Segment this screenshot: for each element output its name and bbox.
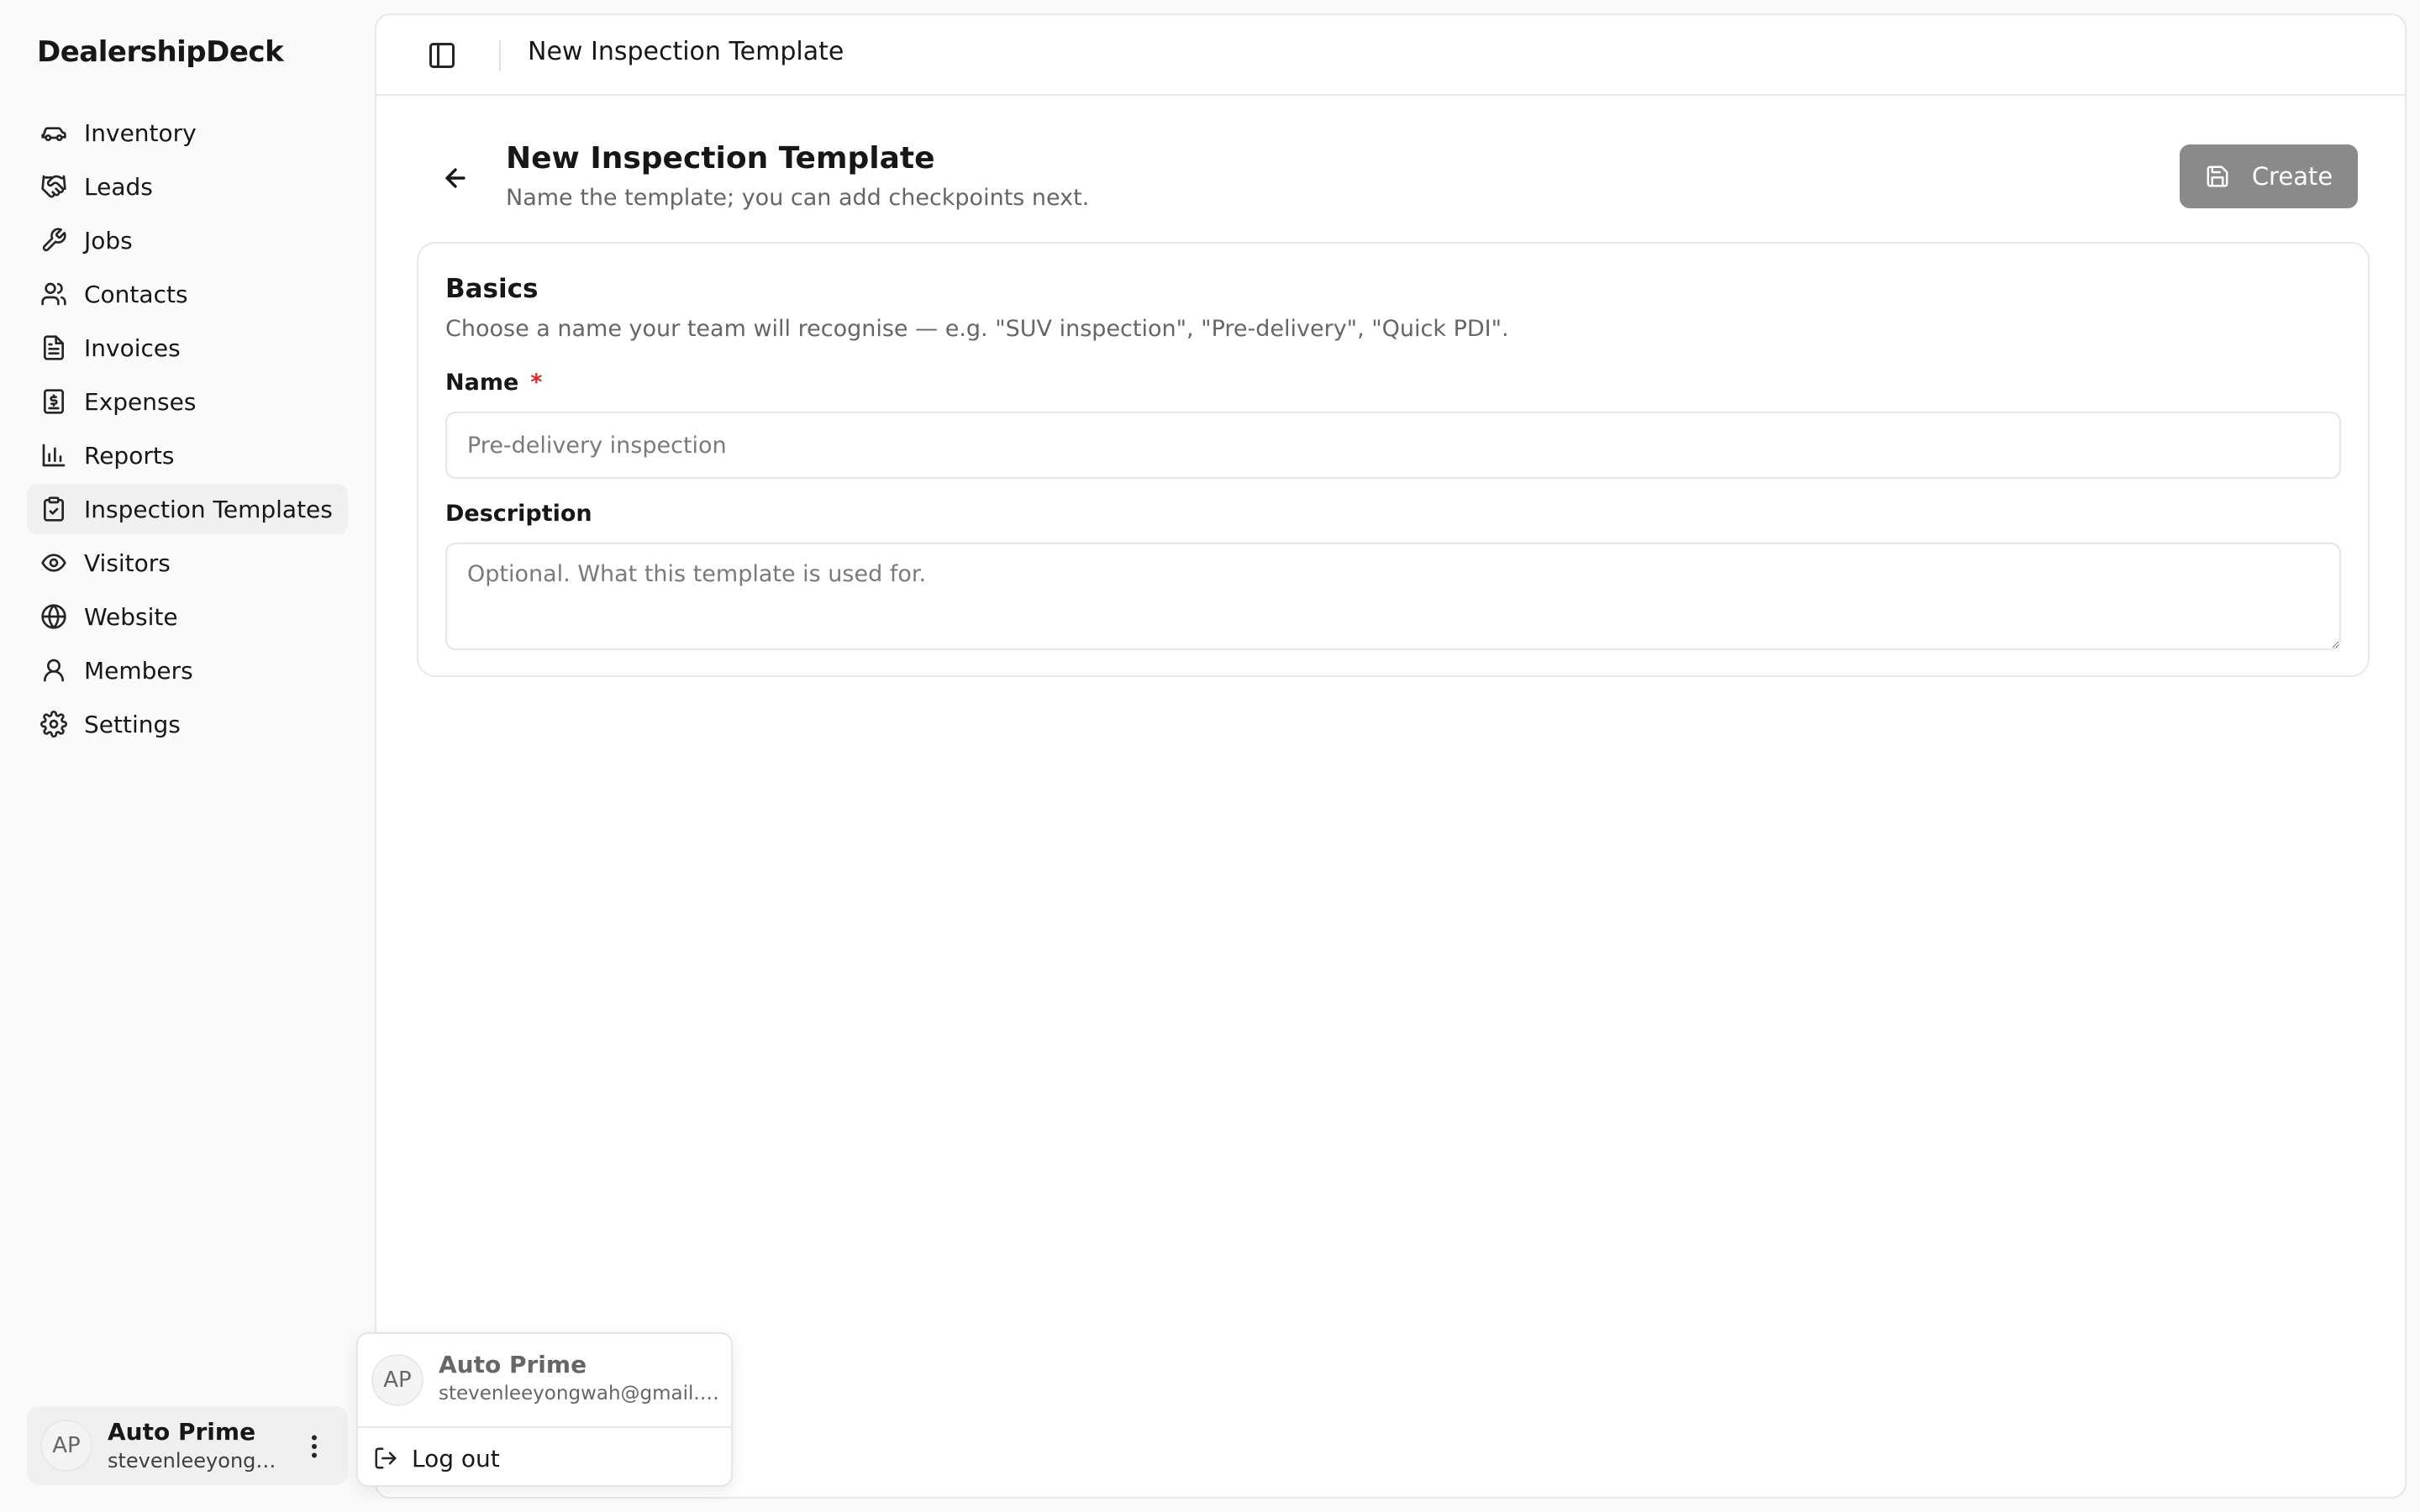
sidebar-item-expenses[interactable]: Expenses <box>27 376 348 427</box>
sidebar-item-label: Jobs <box>84 226 133 255</box>
sidebar-item-settings[interactable]: Settings <box>27 699 348 749</box>
menu-user-email: stevenleeyongwah@gmail.c... <box>439 1383 721 1404</box>
card-description: Choose a name your team will recognise —… <box>445 316 1509 342</box>
save-icon <box>2207 165 2228 187</box>
breadcrumb: New Inspection Template <box>528 37 844 66</box>
name-label: Name * <box>445 370 542 396</box>
receipt-icon <box>40 388 67 415</box>
sidebar-item-label: Contacts <box>84 280 188 308</box>
topbar: New Inspection Template <box>376 15 2405 96</box>
sidebar-item-visitors[interactable]: Visitors <box>27 538 348 588</box>
handshake-icon <box>40 173 67 200</box>
logout-label: Log out <box>412 1444 500 1473</box>
log-out-icon <box>375 1447 397 1469</box>
back-arrow-icon[interactable] <box>437 160 474 197</box>
bar-chart-icon <box>40 442 67 469</box>
user-account-button[interactable]: AP Auto Prime stevenleeyongwa... <box>27 1406 348 1485</box>
name-label-text: Name <box>445 370 519 396</box>
sidebar-item-label: Visitors <box>84 549 171 577</box>
sidebar-item-label: Inventory <box>84 118 197 147</box>
avatar: AP <box>371 1354 424 1406</box>
sidebar-item-label: Expenses <box>84 387 197 416</box>
more-vertical-icon[interactable] <box>297 1430 331 1463</box>
menu-user-name: Auto Prime <box>439 1351 587 1378</box>
sidebar-item-label: Leads <box>84 172 153 201</box>
page-subtitle: Name the template; you can add checkpoin… <box>506 185 1090 211</box>
user-email: stevenleeyongwa... <box>108 1449 292 1473</box>
user-menu-dropdown: AP Auto Prime stevenleeyongwah@gmail.c..… <box>356 1332 733 1487</box>
sidebar-item-label: Members <box>84 656 193 685</box>
sidebar-nav: Inventory Leads Jobs Contacts Invoices E… <box>27 108 348 753</box>
sidebar-item-invoices[interactable]: Invoices <box>27 323 348 373</box>
user-info: Auto Prime stevenleeyongwa... <box>108 1417 292 1474</box>
sidebar-item-inventory[interactable]: Inventory <box>27 108 348 158</box>
topbar-divider <box>499 40 501 71</box>
sidebar-item-inspection-templates[interactable]: Inspection Templates <box>27 484 348 534</box>
menu-divider <box>358 1426 731 1428</box>
brand-logo: DealershipDeck <box>37 35 284 69</box>
logout-menu-item[interactable]: Log out <box>373 1438 718 1478</box>
app-root: DealershipDeck Inventory Leads Jobs Cont… <box>0 0 2420 1512</box>
description-textarea[interactable] <box>445 543 2341 650</box>
sidebar-item-label: Reports <box>84 441 175 470</box>
basics-card: Basics Choose a name your team will reco… <box>417 242 2370 677</box>
sidebar-toggle-icon[interactable] <box>427 40 457 71</box>
sidebar-item-reports[interactable]: Reports <box>27 430 348 480</box>
gear-icon <box>40 711 67 738</box>
sidebar-item-label: Website <box>84 602 178 631</box>
create-button-label: Create <box>2251 162 2333 191</box>
card-title: Basics <box>445 274 539 304</box>
wrench-icon <box>40 227 67 254</box>
user-icon <box>40 657 67 684</box>
sidebar-item-jobs[interactable]: Jobs <box>27 215 348 265</box>
sidebar-item-members[interactable]: Members <box>27 645 348 696</box>
required-mark: * <box>530 370 543 396</box>
sidebar-item-label: Settings <box>84 710 181 738</box>
create-button[interactable]: Create <box>2180 144 2358 208</box>
sidebar-item-leads[interactable]: Leads <box>27 161 348 212</box>
sidebar-item-label: Inspection Templates <box>84 495 333 523</box>
sidebar-item-contacts[interactable]: Contacts <box>27 269 348 319</box>
name-input[interactable] <box>445 412 2341 479</box>
sidebar-item-label: Invoices <box>84 333 181 362</box>
sidebar: DealershipDeck Inventory Leads Jobs Cont… <box>0 0 375 1512</box>
main-panel: New Inspection Template New Inspection T… <box>375 13 2407 1499</box>
user-name: Auto Prime <box>108 1418 256 1446</box>
clipboard-check-icon <box>40 496 67 522</box>
page-title: New Inspection Template <box>506 141 935 176</box>
avatar: AP <box>40 1420 92 1472</box>
globe-icon <box>40 603 67 630</box>
users-icon <box>40 281 67 307</box>
file-text-icon <box>40 334 67 361</box>
sidebar-item-website[interactable]: Website <box>27 591 348 642</box>
description-label: Description <box>445 501 592 527</box>
car-icon <box>40 119 67 146</box>
eye-icon <box>40 549 67 576</box>
